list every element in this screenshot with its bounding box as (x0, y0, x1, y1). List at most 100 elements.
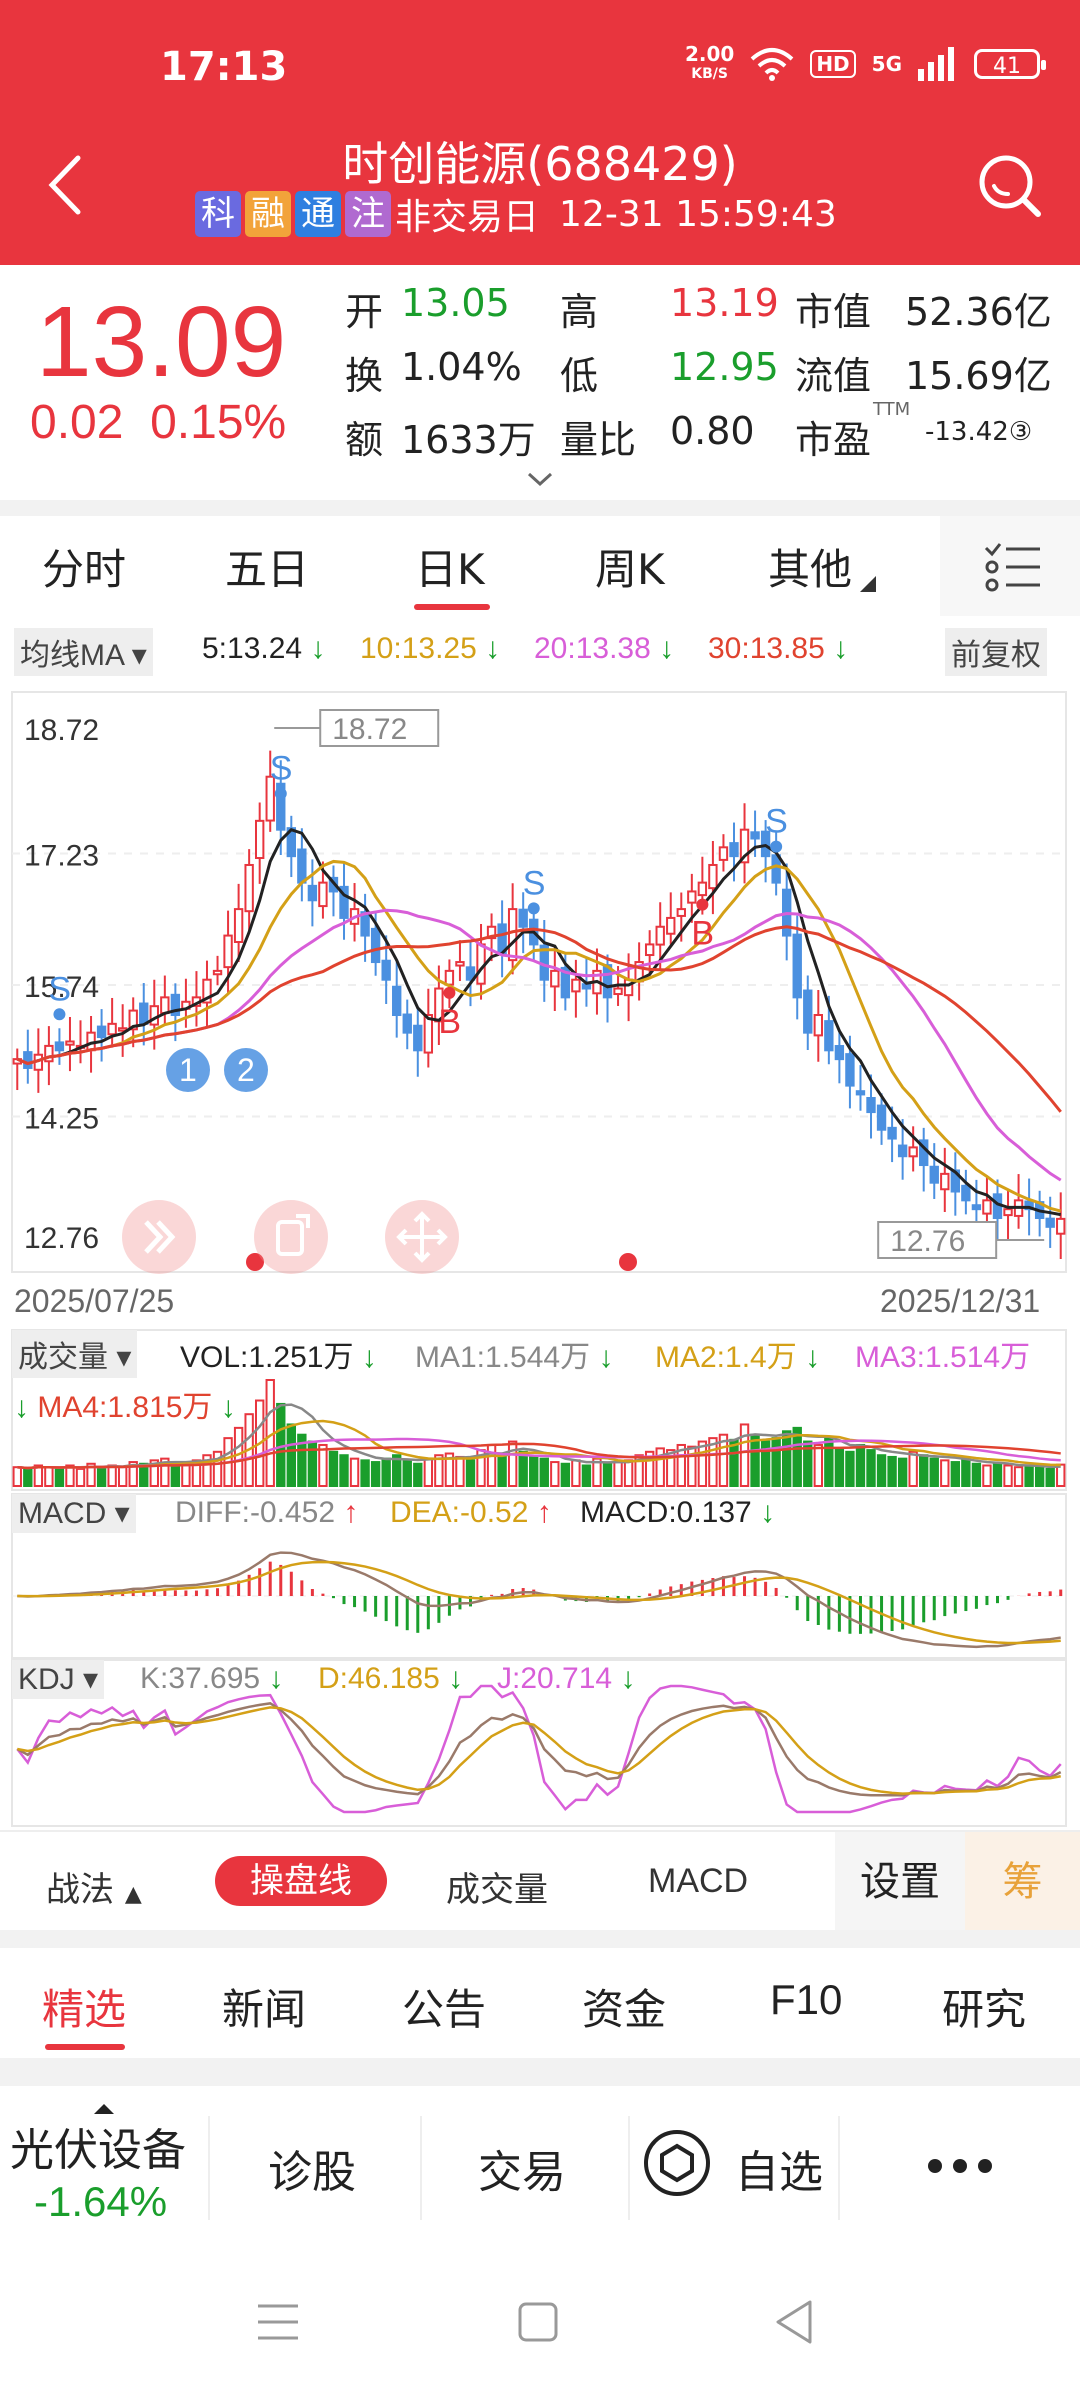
volume-bar (961, 1457, 971, 1487)
sector-change: -1.64% (34, 2178, 168, 2225)
tab-featured[interactable]: 精选 (42, 1976, 126, 2037)
macd-diff-text: DIFF:-0.452 (175, 1496, 336, 1529)
vol-value: VOL:1.251万 ↓ (180, 1341, 377, 1374)
kdj-d: D:46.185 ↓ (318, 1662, 464, 1695)
back-triangle-icon[interactable] (772, 2298, 816, 2346)
vol-ma2-text: MA2:1.4万 (655, 1341, 797, 1374)
candle-body (107, 1022, 117, 1036)
buy-dot (443, 986, 456, 999)
menu-icon[interactable] (256, 2300, 300, 2344)
tab-announcements[interactable]: 公告 (402, 1976, 486, 2037)
kdj-k-text: K:37.695 (140, 1662, 261, 1695)
candle-body (908, 1146, 918, 1158)
buy-signal-marker: B (438, 1003, 461, 1041)
more-dots-icon[interactable] (925, 2156, 995, 2176)
move-arrows-icon (396, 1211, 448, 1263)
volume-bar (107, 1464, 117, 1488)
vol-ma3-text: MA3:1.514万 (855, 1341, 1031, 1374)
candle-body (550, 969, 560, 988)
strategy-button[interactable]: 战法 ▲ (46, 1862, 142, 1911)
volume-bar (349, 1457, 360, 1487)
candle-body (1056, 1217, 1066, 1235)
forward-button[interactable] (122, 1200, 196, 1274)
candle-body (845, 1053, 855, 1087)
volume-bar (824, 1437, 834, 1487)
y-tick-label: 17.23 (24, 840, 99, 873)
divider (0, 2058, 1080, 2086)
trade-button[interactable]: 交易 (478, 2136, 566, 2200)
ma10-line (16, 859, 1062, 1213)
candle-body (644, 943, 655, 957)
volume-bar (413, 1462, 423, 1487)
main-chart-frame (11, 691, 1067, 1273)
vol-ma1-text: MA1:1.544万 (415, 1341, 591, 1374)
volume-selector-label: 成交量 (18, 1341, 108, 1374)
volume-bar (950, 1461, 961, 1488)
rotate-screen-icon (276, 1214, 310, 1256)
sector-name[interactable]: 光伏设备 (10, 2114, 186, 2178)
rotate-button[interactable] (254, 1200, 328, 1274)
volume-bar (919, 1454, 929, 1488)
watchlist-button[interactable]: 自选 (735, 2136, 823, 2200)
candle-body (518, 908, 528, 928)
tab-research[interactable]: 研究 (942, 1976, 1026, 2037)
volume-bar (339, 1454, 349, 1488)
buy-signal-marker: B (691, 915, 714, 953)
tab-f10[interactable]: F10 (770, 1976, 842, 2024)
candle-body (507, 908, 518, 962)
tab-funds[interactable]: 资金 (582, 1976, 666, 2037)
candle-body (54, 1041, 65, 1052)
chips-button[interactable]: 筹 (965, 1832, 1080, 1932)
home-icon[interactable] (516, 2300, 560, 2344)
kline-chart[interactable]: 18.7217.2315.7414.2512.7618.7212.76SSSSB… (0, 0, 1080, 1830)
candle-body (834, 1045, 845, 1061)
volume-bar (550, 1461, 560, 1488)
kdj-selector[interactable]: KDJ ▾ (12, 1660, 105, 1699)
candle-body (718, 846, 729, 861)
candle-body (803, 989, 813, 1034)
volume-bar (465, 1459, 476, 1488)
volume-bar (1024, 1464, 1034, 1488)
volume-bar (571, 1459, 581, 1488)
candle-body (855, 1090, 866, 1096)
divider (0, 1930, 1080, 1948)
indicator-toolbar: 战法 ▲ 操盘线 成交量 MACD 设置 筹 (0, 1830, 1080, 1932)
sell-signal-marker: S (270, 750, 293, 788)
event-badge-label: 2 (237, 1052, 255, 1088)
volume-bar (44, 1466, 54, 1488)
volume-bar (23, 1467, 33, 1487)
volume-legend: 成交量 ▾ VOL:1.251万 ↓ MA1:1.544万 ↓ MA2:1.4万… (0, 1330, 1080, 1434)
info-tab-indicator (45, 2044, 125, 2050)
volume-selector[interactable]: 成交量 ▾ (12, 1330, 138, 1378)
volume-bar (602, 1462, 613, 1487)
candle-body (961, 1184, 971, 1202)
volume-bar (992, 1462, 1003, 1487)
candle-body (876, 1104, 887, 1131)
vol-ma2: MA2:1.4万 ↓ (655, 1341, 821, 1374)
candle-body (824, 1020, 834, 1052)
sell-dot (274, 787, 287, 800)
action-bar: 光伏设备 -1.64% 诊股 交易 自选 (0, 2086, 1080, 2250)
volume-bar (897, 1457, 908, 1487)
operation-line-button[interactable]: 操盘线 (215, 1856, 387, 1906)
diagnose-button[interactable]: 诊股 (268, 2136, 356, 2200)
macd-selector[interactable]: MACD ▾ (12, 1494, 136, 1533)
candle-body (212, 969, 223, 976)
candle-body (255, 819, 265, 860)
separator (628, 2116, 630, 2220)
candle-body (139, 1002, 149, 1025)
volume-bar (887, 1455, 897, 1487)
settings-button[interactable]: 设置 (835, 1832, 965, 1932)
y-tick-label: 18.72 (24, 714, 99, 747)
pan-button[interactable] (385, 1200, 459, 1274)
volume-bar (75, 1467, 86, 1487)
volume-bar (876, 1454, 887, 1488)
volume-indicator-button[interactable]: 成交量 (446, 1862, 548, 1911)
vol-ma3: MA3:1.514万 (855, 1332, 1030, 1376)
candle-body (729, 842, 739, 858)
macd-indicator-button[interactable]: MACD (648, 1862, 748, 1901)
sell-signal-marker: S (48, 970, 71, 1008)
tab-news[interactable]: 新闻 (222, 1976, 306, 2037)
volume-bar (12, 1466, 22, 1488)
macd-dea-line (17, 1560, 1061, 1645)
